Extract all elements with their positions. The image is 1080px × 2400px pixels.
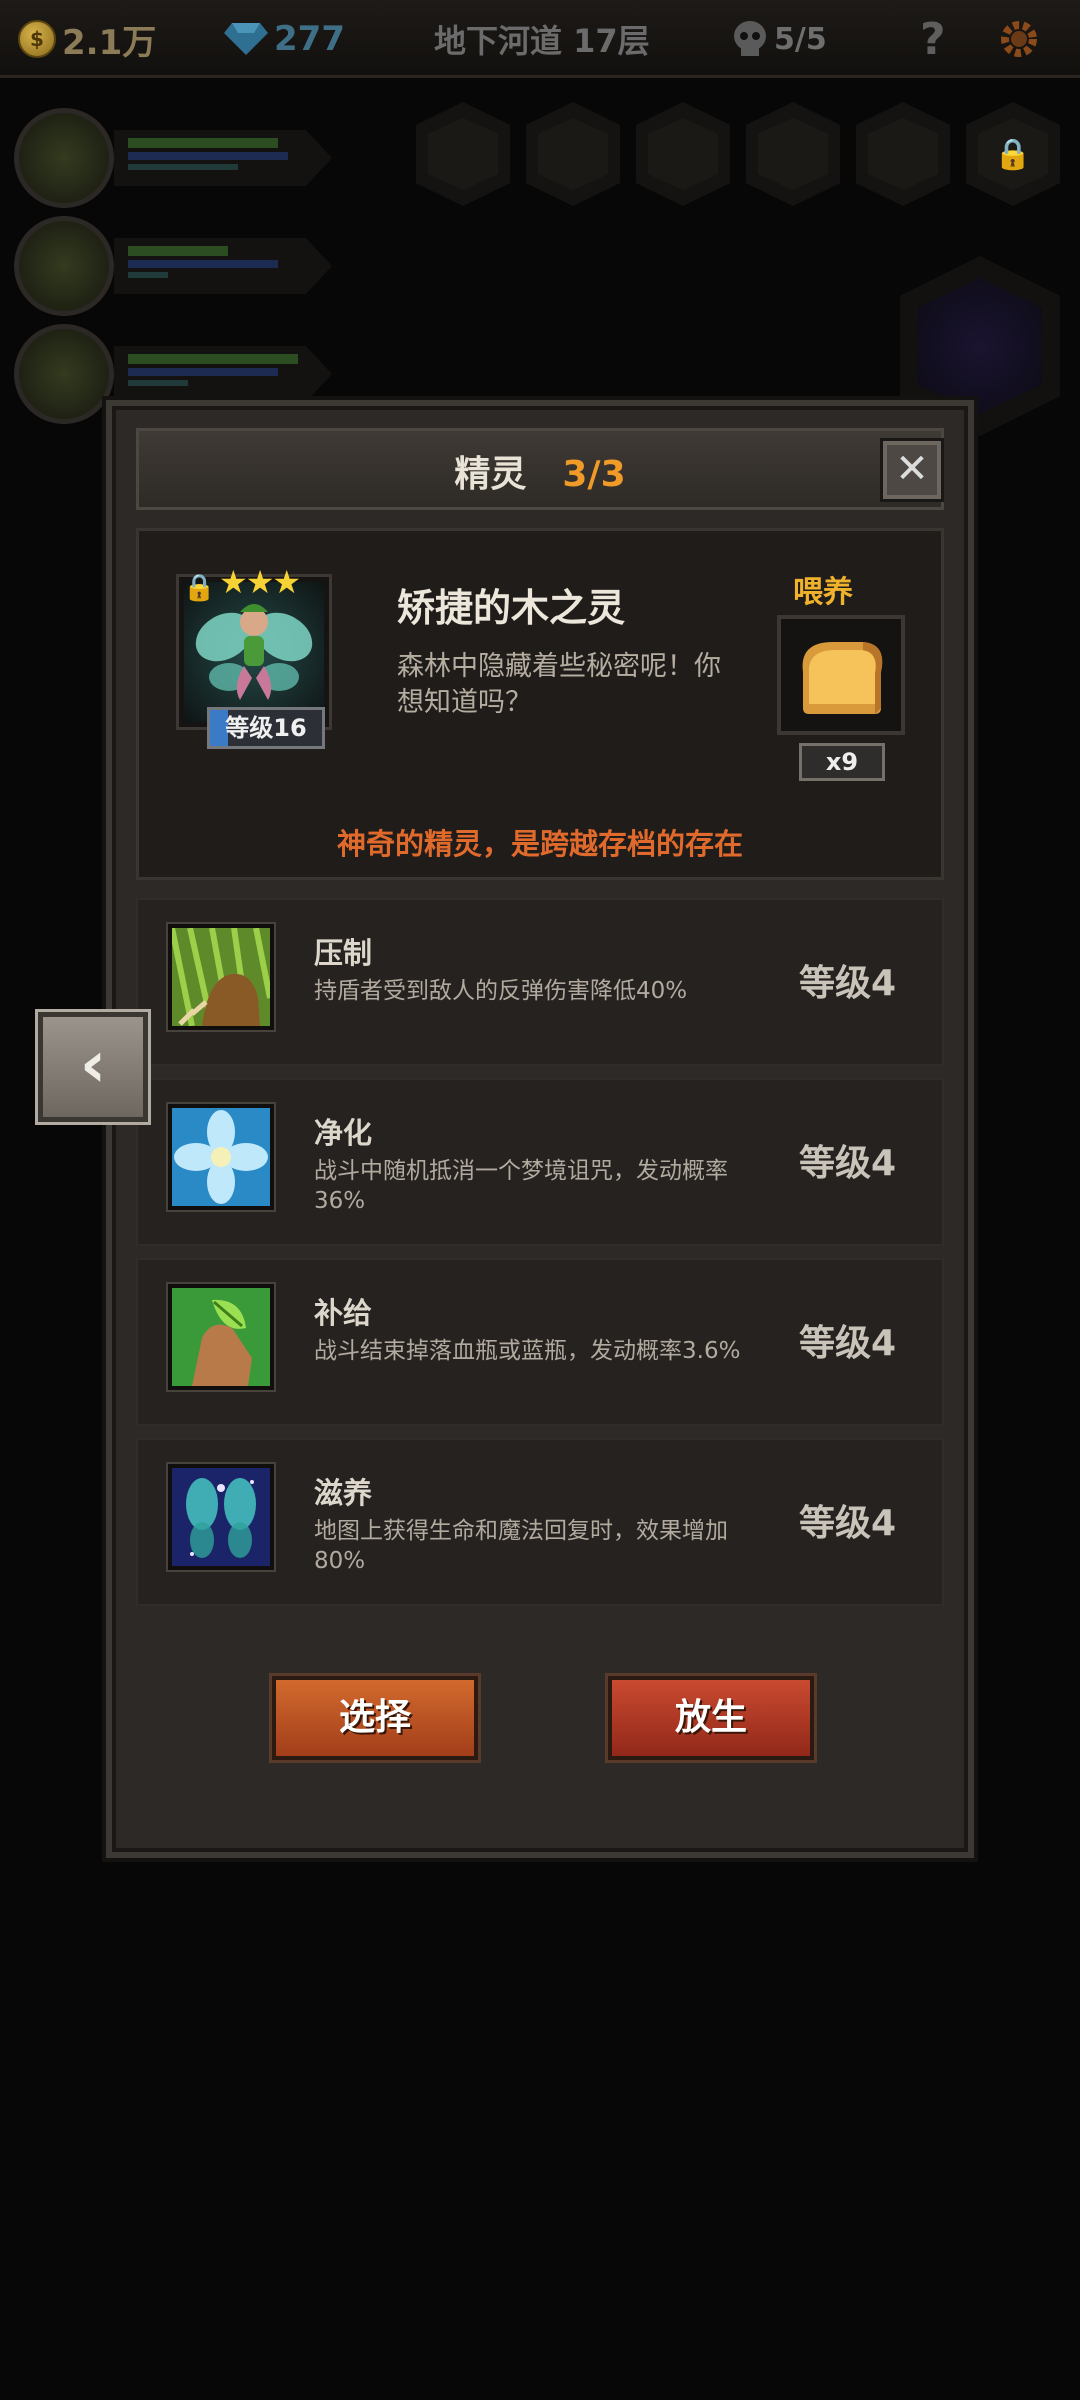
skill-name: 净化 [314, 1116, 373, 1150]
skill-level: 等级4 [798, 1143, 896, 1184]
star-rating: ★★★ [219, 563, 301, 601]
potion-icon [868, 118, 938, 190]
skill-row: 净化 战斗中随机抵消一个梦境诅咒，发动概率36% 等级4 [136, 1078, 944, 1246]
close-icon: ✕ [895, 446, 929, 492]
hero-avatar [14, 216, 114, 316]
hero-status-2[interactable] [14, 216, 334, 316]
hero-status-1[interactable] [14, 108, 334, 208]
skill-name: 滋养 [314, 1476, 373, 1510]
wood-fairy-icon [195, 604, 313, 700]
item-slot-locked[interactable]: 🔒 [966, 102, 1060, 206]
gold-coin-icon: $ [18, 20, 56, 58]
top-status-bar: $ 2.1万 277 地下河道 17层 5/5 ? [0, 0, 1080, 78]
spirit-name: 矫捷的木之灵 [397, 586, 626, 630]
spirit-description: 森林中隐藏着些秘密呢！你想知道吗？ [397, 651, 721, 718]
gold-amount: 2.1万 [62, 22, 157, 63]
skill-row: 压制 持盾者受到敌人的反弹伤害降低40% 等级4 [136, 898, 944, 1066]
feed-count: x9 [799, 743, 885, 781]
flower-icon [168, 1104, 274, 1210]
previous-spirit-button[interactable]: ‹ [38, 1012, 148, 1122]
skill-level: 等级4 [798, 1323, 896, 1364]
coffin-icon [538, 118, 608, 190]
hero-bars [114, 238, 332, 294]
hero-avatar [14, 108, 114, 208]
close-button[interactable]: ✕ [883, 441, 941, 499]
floor-label-wrap: 地下河道 17层 [434, 14, 650, 64]
item-slot-coffin[interactable] [526, 102, 620, 206]
item-slot-feather[interactable] [746, 102, 840, 206]
skill-row: 滋养 地图上获得生命和魔法回复时，效果增加80% 等级4 [136, 1438, 944, 1606]
floor-label: 地下河道 17层 [434, 22, 650, 60]
item-slot-potion[interactable] [856, 102, 950, 206]
spirit-info: 🔒 ★★★ 等级16 矫捷的木之灵 森林中隐藏着些秘密呢！你想知道吗？ 喂养 x… [136, 528, 944, 880]
skill-name: 补给 [314, 1296, 373, 1330]
claw-icon [168, 924, 274, 1030]
enemy-avatar [918, 278, 1042, 414]
panel-title-text: 精灵 [454, 454, 527, 495]
select-button[interactable]: 选择 [272, 1676, 478, 1760]
skull-counter: 5/5 [732, 14, 827, 64]
gem-amount: 277 [274, 19, 345, 59]
gear-icon [1001, 21, 1037, 57]
skill-description: 持盾者受到敌人的反弹伤害降低40% [314, 978, 688, 1004]
skill-level: 等级4 [798, 963, 896, 1004]
feed-label: 喂养 [793, 575, 853, 610]
spirit-count: 3/3 [562, 454, 626, 495]
leaf-hand-icon [168, 1284, 274, 1390]
skill-description: 战斗中随机抵消一个梦境诅咒，发动概率36% [314, 1158, 728, 1214]
skill-description: 地图上获得生命和魔法回复时，效果增加80% [314, 1518, 728, 1574]
feather-icon [758, 118, 828, 190]
hero-avatar [14, 324, 114, 424]
skill-description: 战斗结束掉落血瓶或蓝瓶，发动概率3.6% [314, 1338, 741, 1364]
help-button[interactable]: ? [920, 13, 946, 65]
spirit-level-badge: 等级16 [207, 707, 325, 749]
panel-title: 精灵 3/3 [139, 445, 941, 497]
release-button[interactable]: 放生 [608, 1676, 814, 1760]
gold-counter: $ 2.1万 [18, 14, 156, 64]
help-icon: ? [920, 13, 946, 65]
item-slot-book[interactable] [416, 102, 510, 206]
skill-name: 压制 [314, 936, 373, 970]
item-slot-pig[interactable] [636, 102, 730, 206]
pig-icon [648, 118, 718, 190]
diamond-icon [224, 21, 268, 57]
skill-level: 等级4 [798, 1503, 896, 1544]
lock-icon: 🔒 [978, 118, 1048, 190]
gem-counter: 277 [224, 14, 345, 64]
feed-button[interactable] [777, 615, 905, 735]
bread-icon [802, 642, 883, 714]
fairy-icon [168, 1464, 274, 1570]
skull-icon [734, 21, 766, 56]
panel-header: 精灵 3/3 ✕ [136, 428, 944, 510]
settings-button[interactable] [996, 14, 1042, 64]
hero-bars [114, 346, 332, 402]
spirit-motto: 神奇的精灵，是跨越存档的存在 [336, 827, 743, 861]
skill-row: 补给 战斗结束掉落血瓶或蓝瓶，发动概率3.6% 等级4 [136, 1258, 944, 1426]
spirit-panel: 精灵 3/3 ✕ 🔒 ★★★ 等级16 矫捷的木之灵 森林中隐藏着些秘密呢！你想… [106, 400, 974, 1858]
spirit-level: 等级16 [225, 714, 307, 742]
hero-bars [114, 130, 332, 186]
book-icon [428, 118, 498, 190]
skull-count: 5/5 [774, 21, 827, 57]
chevron-left-icon: ‹ [79, 1028, 107, 1102]
lock-icon: 🔒 [183, 573, 216, 603]
